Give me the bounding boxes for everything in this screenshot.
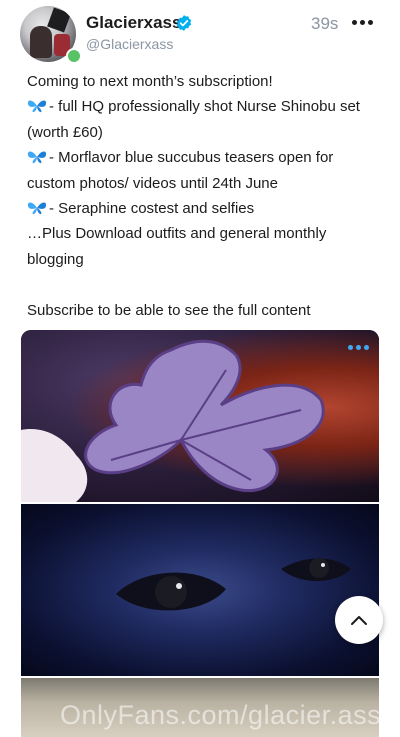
chevron-up-icon [351,616,367,625]
media-options-icon[interactable] [348,345,369,350]
butterfly-icon [27,151,47,164]
post-line: custom photos/ videos until 24th June [27,174,278,192]
verified-badge-icon [176,15,192,31]
media-watermark: OnlyFans.com/glacier.ass [60,700,382,730]
post-line: (worth £60) [27,123,103,141]
post-line: - Morflavor blue succubus teasers open f… [27,145,377,170]
media-gallery[interactable] [21,330,379,737]
media-image-eyes[interactable] [21,504,379,676]
media-image-butterfly-ornament[interactable] [21,330,379,502]
more-options-icon[interactable] [352,20,373,25]
post-header: Glacierxass @Glacierxass 39s [0,0,400,64]
creator-name[interactable]: Glacierxass [86,13,181,33]
butterfly-icon [27,100,47,113]
creator-handle[interactable]: @Glacierxass [86,36,173,52]
online-status-dot [66,48,82,64]
post-line: blogging [27,250,84,268]
post-line: Subscribe to be able to see the full con… [27,301,311,319]
post-text: Coming to next month’s subscription! - f… [27,69,377,323]
scroll-to-top-button[interactable] [335,596,383,644]
post-line: - full HQ professionally shot Nurse Shin… [27,94,377,119]
eyes-shape [116,558,351,611]
post-line: - Seraphine costest and selfies [27,196,377,221]
butterfly-ornament-shape [21,339,325,502]
post-timestamp: 39s [311,14,339,33]
post-line [27,272,377,297]
post-line: Coming to next month’s subscription! [27,73,273,90]
post-line: …Plus Download outfits and general month… [27,225,327,243]
butterfly-icon [27,202,47,215]
